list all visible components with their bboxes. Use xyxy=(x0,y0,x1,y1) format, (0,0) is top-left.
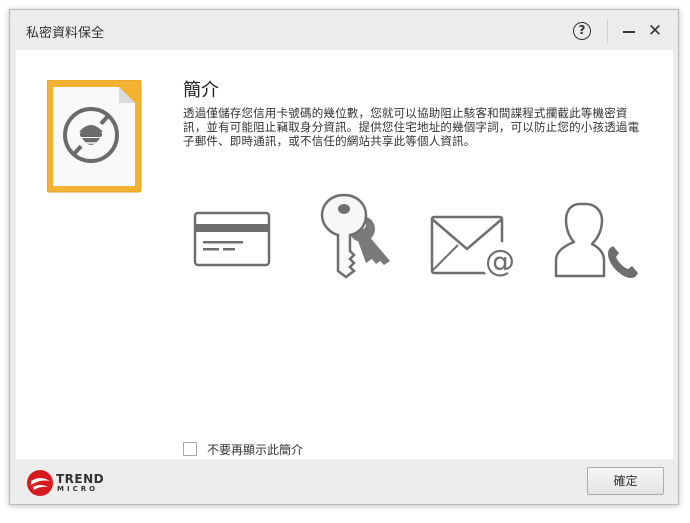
spy-blocked-icon xyxy=(46,79,142,193)
privacy-scanner-logo xyxy=(46,79,143,194)
minimize-button[interactable] xyxy=(621,23,637,39)
trend-micro-logo: TREND MICRO xyxy=(26,469,106,497)
content-panel: 簡介 透過僅儲存您信用卡號碼的幾位數，您就可以協助阻止駭客和間諜程式攔截此等機密… xyxy=(16,50,673,459)
ok-button[interactable]: 確定 xyxy=(587,467,664,495)
brand-sub: MICRO xyxy=(57,485,99,493)
contact-phone-icon xyxy=(552,200,642,284)
brand-name: TREND xyxy=(56,472,105,486)
close-button[interactable]: ✕ xyxy=(647,23,663,40)
credit-card-icon xyxy=(193,193,271,277)
intro-title: 簡介 xyxy=(183,80,219,101)
help-button[interactable]: ? xyxy=(573,22,591,40)
dont-show-again-label[interactable]: 不要再顯示此簡介 xyxy=(207,441,303,458)
window-title: 私密資料保全 xyxy=(26,26,105,41)
keys-icon xyxy=(316,191,396,285)
trend-micro-swirl-icon xyxy=(27,470,53,496)
dont-show-again-checkbox[interactable] xyxy=(183,442,197,456)
email-icon: @ xyxy=(430,201,522,281)
titlebar-divider xyxy=(607,19,608,43)
svg-text:@: @ xyxy=(485,244,515,277)
footer-bar: TREND MICRO 確定 xyxy=(10,459,678,506)
intro-description: 透過僅儲存您信用卡號碼的幾位數，您就可以協助阻止駭客和間諜程式攔截此等機密資訊，… xyxy=(183,106,640,148)
title-bar: 私密資料保全 ? ✕ xyxy=(10,10,678,50)
dialog-window: 私密資料保全 ? ✕ 簡介 透過僅儲存您信用卡號碼的幾位數，您就可以協助阻止駭客… xyxy=(9,9,679,505)
